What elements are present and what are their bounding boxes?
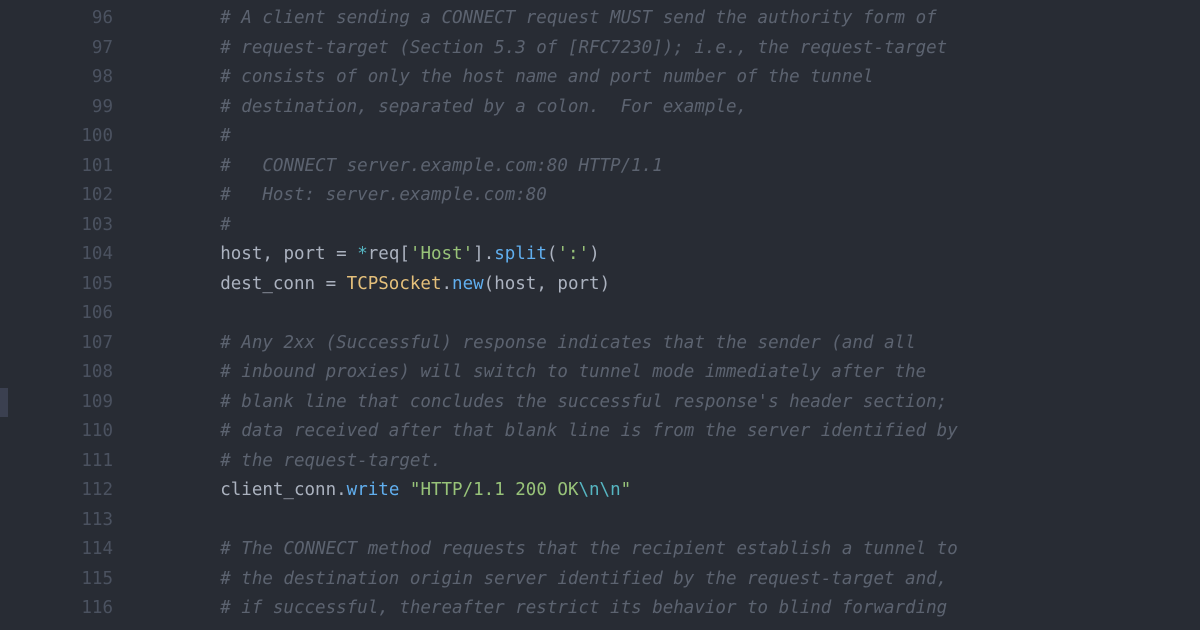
line-number[interactable]: 98	[0, 63, 113, 93]
token-pun: (	[484, 274, 495, 294]
code-line[interactable]	[157, 506, 1200, 536]
code-line[interactable]: # CONNECT server.example.com:80 HTTP/1.1	[157, 152, 1200, 182]
token-c: # A client sending a CONNECT request MUS…	[220, 8, 936, 28]
line-number[interactable]: 106	[0, 299, 113, 329]
token-str: 'Host'	[410, 244, 473, 264]
code-line[interactable]: # blank line that concludes the successf…	[157, 388, 1200, 418]
token-fn: write	[347, 480, 400, 500]
code-editor[interactable]: 9697989910010110210310410510610710810911…	[0, 0, 1200, 630]
token-pun: ]	[473, 244, 484, 264]
token-pl: dest_conn	[220, 274, 315, 294]
line-number[interactable]: 101	[0, 152, 113, 182]
code-area[interactable]: # A client sending a CONNECT request MUS…	[157, 0, 1200, 630]
code-line[interactable]: # data received after that blank line is…	[157, 417, 1200, 447]
code-line[interactable]: host, port = *req['Host'].split(':')	[157, 240, 1200, 270]
code-line[interactable]: # request-target (Section 5.3 of [RFC723…	[157, 34, 1200, 64]
code-line[interactable]: # Any 2xx (Successful) response indicate…	[157, 329, 1200, 359]
token-c: # data received after that blank line is…	[220, 421, 958, 441]
token-pl: client_conn	[220, 480, 336, 500]
line-number[interactable]: 99	[0, 93, 113, 123]
code-line[interactable]: # destination, separated by a colon. For…	[157, 93, 1200, 123]
token-pun: ,	[536, 274, 557, 294]
token-c: # the destination origin server identifi…	[220, 569, 947, 589]
token-pl: port	[557, 274, 599, 294]
fold-column[interactable]	[135, 0, 157, 630]
line-number-gutter[interactable]: 9697989910010110210310410510610710810911…	[0, 0, 135, 630]
code-line[interactable]: #	[157, 122, 1200, 152]
line-number[interactable]: 113	[0, 506, 113, 536]
token-c: # request-target (Section 5.3 of [RFC723…	[220, 38, 947, 58]
token-pun: (	[547, 244, 558, 264]
token-str: "HTTP/1.1 200 OK	[410, 480, 579, 500]
token-c: # the request-target.	[220, 451, 441, 471]
token-pun: =	[315, 274, 347, 294]
code-line[interactable]: dest_conn = TCPSocket.new(host, port)	[157, 270, 1200, 300]
token-pun: .	[336, 480, 347, 500]
token-pun	[399, 480, 410, 500]
token-c: # Any 2xx (Successful) response indicate…	[220, 333, 915, 353]
token-pl: host	[220, 244, 262, 264]
code-line[interactable]: # consists of only the host name and por…	[157, 63, 1200, 93]
token-pun: )	[600, 274, 611, 294]
token-esc: \n\n	[578, 480, 620, 500]
token-c: # CONNECT server.example.com:80 HTTP/1.1	[220, 156, 663, 176]
line-number[interactable]: 110	[0, 417, 113, 447]
code-line[interactable]: #	[157, 211, 1200, 241]
line-number[interactable]: 109	[0, 388, 113, 418]
line-number[interactable]: 108	[0, 358, 113, 388]
token-c: # The CONNECT method requests that the r…	[220, 539, 958, 559]
line-number[interactable]: 116	[0, 594, 113, 624]
line-number[interactable]: 105	[0, 270, 113, 300]
token-pl: host	[494, 274, 536, 294]
token-c: #	[220, 126, 231, 146]
code-line[interactable]: # the destination origin server identifi…	[157, 565, 1200, 595]
token-fn: new	[452, 274, 484, 294]
token-c: # destination, separated by a colon. For…	[220, 97, 747, 117]
token-c: # Host: server.example.com:80	[220, 185, 547, 205]
token-pun: ,	[262, 244, 283, 264]
code-line[interactable]: # Host: server.example.com:80	[157, 181, 1200, 211]
token-c: #	[220, 215, 231, 235]
line-number[interactable]: 97	[0, 34, 113, 64]
token-pun: [	[399, 244, 410, 264]
line-number[interactable]: 100	[0, 122, 113, 152]
token-fn: split	[494, 244, 547, 264]
code-line[interactable]	[157, 299, 1200, 329]
current-line-marker	[0, 388, 8, 418]
code-line[interactable]: # if successful, thereafter restrict its…	[157, 594, 1200, 624]
code-line[interactable]: # inbound proxies) will switch to tunnel…	[157, 358, 1200, 388]
token-pl: port	[283, 244, 325, 264]
line-number[interactable]: 102	[0, 181, 113, 211]
line-number[interactable]: 114	[0, 535, 113, 565]
token-pun: =	[326, 244, 358, 264]
token-str: "	[621, 480, 632, 500]
token-pun: )	[589, 244, 600, 264]
line-number[interactable]: 115	[0, 565, 113, 595]
line-number[interactable]: 104	[0, 240, 113, 270]
token-c: # if successful, thereafter restrict its…	[220, 598, 947, 618]
code-line[interactable]: client_conn.write "HTTP/1.1 200 OK\n\n"	[157, 476, 1200, 506]
code-line[interactable]: # A client sending a CONNECT request MUS…	[157, 4, 1200, 34]
line-number[interactable]: 103	[0, 211, 113, 241]
token-star: *	[357, 244, 368, 264]
token-c: # consists of only the host name and por…	[220, 67, 873, 87]
token-pl: req	[368, 244, 400, 264]
line-number[interactable]: 96	[0, 4, 113, 34]
code-line[interactable]: # The CONNECT method requests that the r…	[157, 535, 1200, 565]
code-line[interactable]: # the request-target.	[157, 447, 1200, 477]
line-number[interactable]: 107	[0, 329, 113, 359]
token-c: # inbound proxies) will switch to tunnel…	[220, 362, 926, 382]
line-number[interactable]: 112	[0, 476, 113, 506]
token-pun: .	[441, 274, 452, 294]
token-pun: .	[484, 244, 495, 264]
token-str: ':'	[557, 244, 589, 264]
token-c: # blank line that concludes the successf…	[220, 392, 947, 412]
line-number[interactable]: 111	[0, 447, 113, 477]
token-cls: TCPSocket	[347, 274, 442, 294]
